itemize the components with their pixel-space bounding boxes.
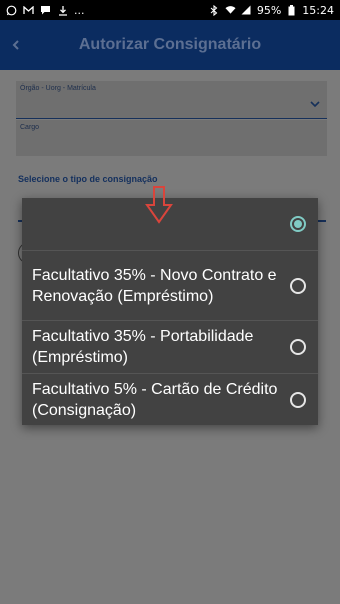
battery-percent: 95%: [256, 3, 282, 17]
option-cartao-credito[interactable]: Facultativo 5% - Cartão de Crédito (Cons…: [22, 374, 318, 425]
cargo-field[interactable]: Cargo: [16, 120, 327, 156]
consignacao-type-dialog: Facultativo 35% - Novo Contrato e Renova…: [22, 198, 318, 425]
battery-icon: [286, 4, 297, 16]
signal-icon: [241, 5, 252, 16]
page-title: Autorizar Consignatário: [78, 36, 262, 53]
app-bar: Autorizar Consignatário: [0, 20, 340, 70]
status-bar: ... 95% 15:24: [0, 0, 340, 20]
bluetooth-icon: [209, 4, 220, 16]
option-label: Facultativo 35% - Novo Contrato e Renova…: [32, 266, 277, 305]
radio-icon[interactable]: [290, 339, 306, 355]
field-label: Órgão - Uorg - Matrícula: [20, 85, 96, 92]
chevron-down-icon: [310, 101, 320, 108]
clock: 15:24: [302, 3, 334, 17]
message-icon: [40, 5, 51, 16]
radio-icon[interactable]: [290, 391, 306, 408]
field-label: Cargo: [20, 124, 40, 131]
chevron-left-icon: [12, 40, 19, 50]
radio-selected-icon[interactable]: [290, 216, 306, 232]
back-button[interactable]: [4, 33, 28, 57]
whatsapp-icon: [6, 5, 17, 16]
option-label: Facultativo 35% - Portabilidade (Emprést…: [32, 328, 254, 366]
section-label: Selecione o tipo de consignação: [18, 174, 158, 184]
wifi-icon: [225, 5, 236, 16]
orgao-uorg-matricula-select[interactable]: Órgão - Uorg - Matrícula: [16, 81, 327, 119]
option-label: Facultativo 5% - Cartão de Crédito (Cons…: [32, 380, 278, 419]
download-icon: [57, 5, 68, 16]
more-notifications: ...: [74, 3, 85, 17]
arrow-down-icon: [145, 186, 173, 224]
option-portabilidade[interactable]: Facultativo 35% - Portabilidade (Emprést…: [22, 321, 318, 373]
option-novo-contrato[interactable]: Facultativo 35% - Novo Contrato e Renova…: [22, 251, 318, 320]
radio-icon[interactable]: [290, 277, 306, 294]
gmail-icon: [23, 5, 34, 16]
